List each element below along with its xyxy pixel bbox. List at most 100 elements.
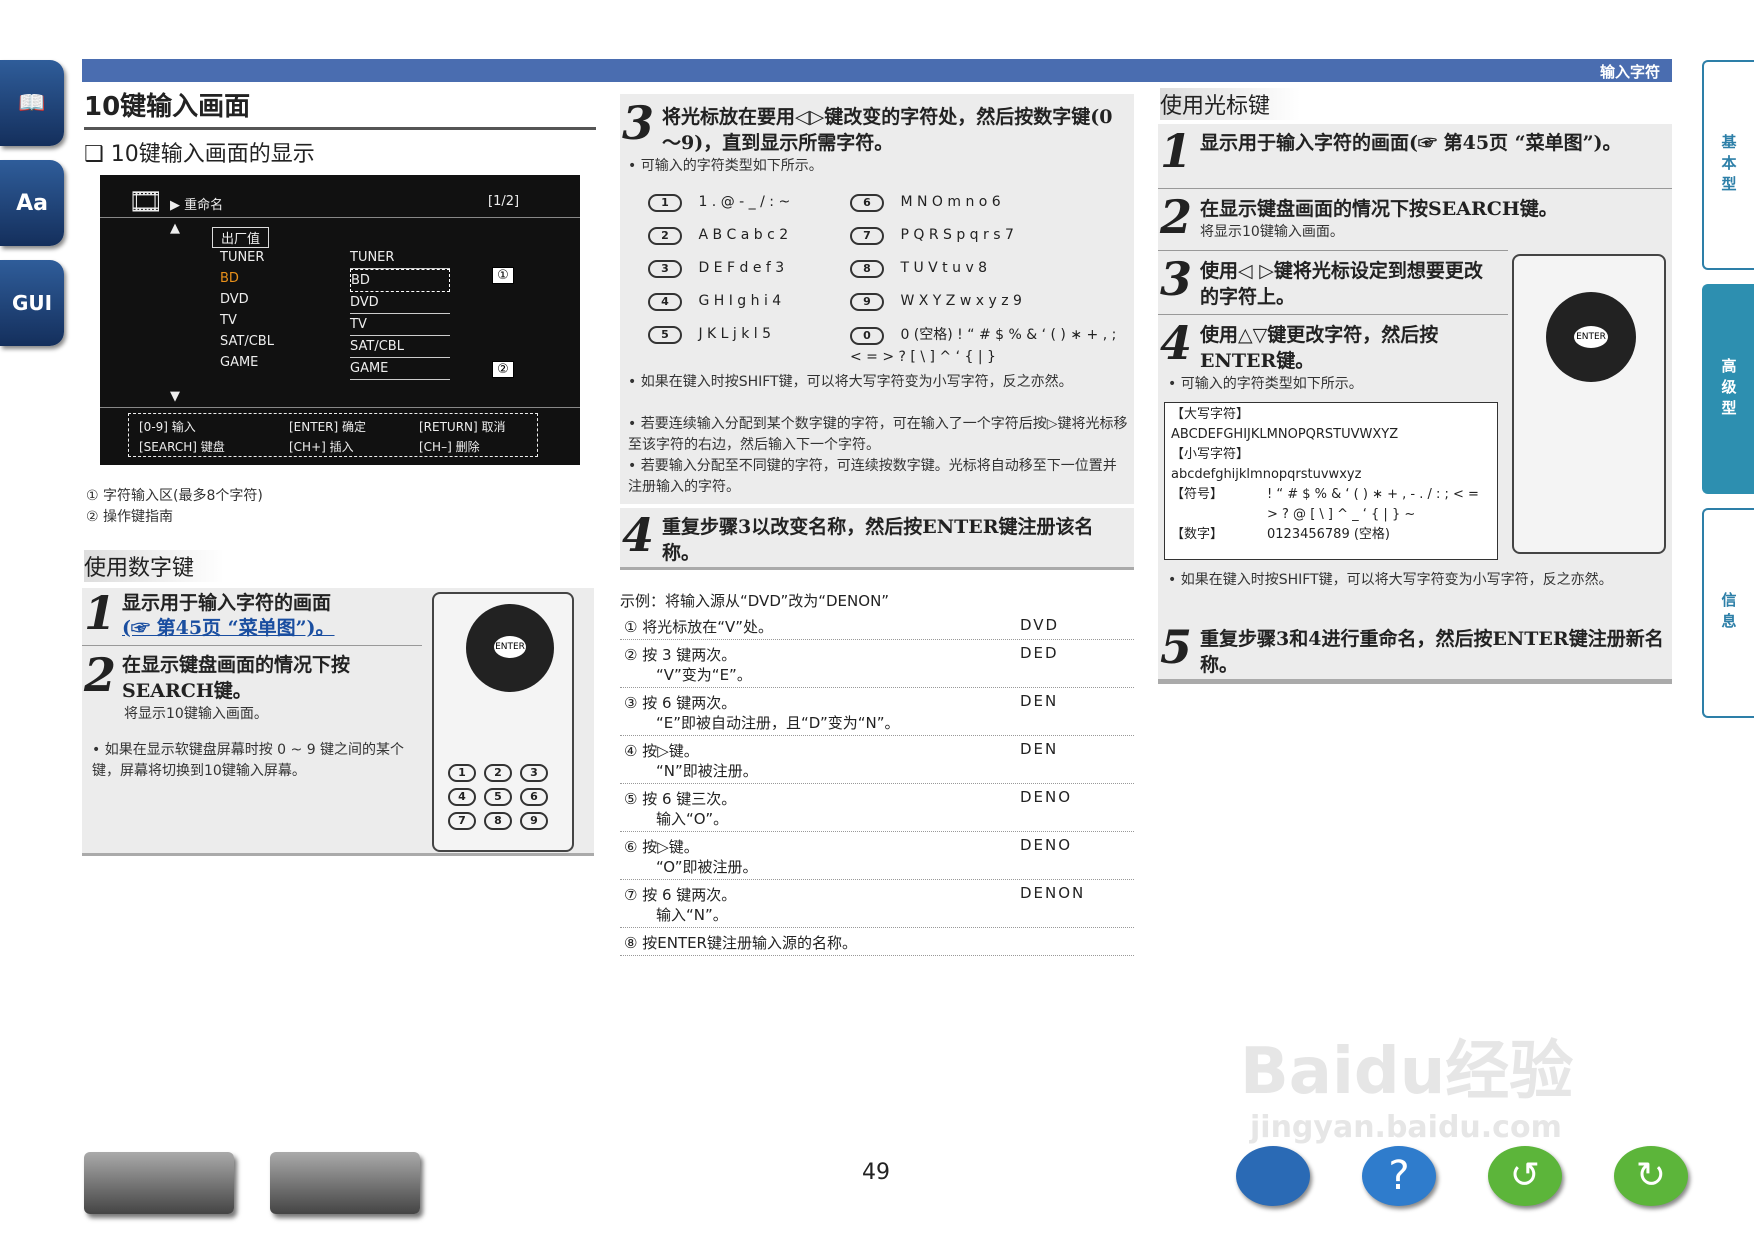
example-text: ① 将光标放在“V”处。: [624, 618, 774, 636]
col1-step1-link[interactable]: (☞ 第45页 “菜单图”)。: [122, 615, 335, 641]
step-num-c3: 3: [1160, 252, 1193, 306]
example-result: DEN: [1020, 692, 1059, 710]
key-row-7: 7 P Q R S p q r s 7: [850, 219, 1120, 252]
page-number: 49: [862, 1160, 890, 1185]
screen-page: [1/2]: [488, 194, 520, 209]
col1-step1: 显示用于输入字符的画面: [122, 592, 332, 614]
back-icon[interactable]: ↺: [1488, 1146, 1562, 1206]
key-row-3: 3 D E F d e f 3: [648, 252, 878, 285]
rename-screen: 🎞 ▶ 重命名 [1/2] 出厂值 ▲ ▼ TUNER BD DVD TV SAT/CB…: [100, 175, 580, 465]
example-row: ⑦ 按 6 键两次。 输入“N”。 DENON: [620, 880, 1134, 928]
key-row-2: 2 A B C a b c 2: [648, 219, 878, 252]
char-types-box: 【大写字符】 ABCDEFGHIJKLMNOPQRSTUVWXYZ 【小写字符】…: [1164, 402, 1498, 560]
watermark-url: jingyan.baidu.com: [1250, 1110, 1562, 1145]
step-num-c4: 4: [1160, 316, 1193, 370]
symbol-value: ! “ # $ % & ‘ ( ) ∗ + , - . / : ; < = > …: [1267, 487, 1479, 522]
lower-value: abcdefghijklmnopqrstuvwxyz: [1171, 467, 1362, 482]
example-sub: “E”即被自动注册，且“D”变为“N”。: [656, 714, 900, 732]
col2-tip-2: • 若要连续输入分配到某个数字键的字符，可在输入了一个字符后按▷键将光标移至该字…: [628, 416, 1128, 453]
example-text: ⑤ 按 6 键三次。: [624, 790, 737, 808]
example-sub: “O”即被注册。: [656, 858, 758, 876]
example-title: 示例：将输入源从“DVD”改为“DENON”: [620, 592, 890, 610]
col2-step3: 将光标放在要用◁▷键改变的字符处，然后按数字键(0～9)，直到显示所需字符。: [662, 106, 1113, 154]
book-icon[interactable]: [1236, 1146, 1310, 1206]
example-text: ④ 按▷键。: [624, 742, 699, 760]
col2-step4: 重复步骤3以改变名称，然后按ENTER键注册该名称。: [662, 516, 1094, 564]
forward-icon[interactable]: ↻: [1614, 1146, 1688, 1206]
example-row: ④ 按▷键。 “N”即被注册。 DEN: [620, 736, 1134, 784]
col1-subtitle: ❑ 10键输入画面的显示: [84, 142, 315, 167]
watermark: Baidu经验: [1240, 1035, 1574, 1109]
col2-tip-1: • 如果在键入时按SHIFT键，可以将大写字符变为小写字符，反之亦然。: [628, 374, 1073, 390]
callout-2: ②: [492, 361, 514, 378]
example-result: DENON: [1020, 884, 1086, 902]
col1-step2-note: 将显示10键输入画面。: [124, 706, 268, 722]
key-row-5: 5 J K L j k l 5: [648, 318, 878, 351]
example-row: ⑧ 按ENTER键注册输入源的名称。: [620, 928, 1134, 956]
lower-label: 【小写字符】: [1171, 447, 1250, 462]
step-num-3: 3: [622, 96, 655, 150]
note-1: ① 字符输入区(最多8个字符): [86, 488, 263, 504]
header-bar: 输入字符: [82, 59, 1672, 82]
film-icon: 🎞: [128, 185, 164, 218]
key-row-0: 0 0 (空格) ! “ # $ % & ‘ ( ) ∗ + , ; < = >…: [850, 327, 1117, 365]
help-icon[interactable]: ?: [1362, 1146, 1436, 1206]
step-divider: [82, 645, 422, 646]
divider: [100, 407, 580, 408]
example-text: ③ 按 6 键两次。: [624, 694, 737, 712]
step-num-1: 1: [84, 586, 117, 640]
keypad: 123456789: [448, 764, 558, 830]
name-list: TUNER BD DVD TV SAT/CBL GAME: [350, 247, 450, 380]
col3-tip: • 如果在键入时按SHIFT键，可以将大写字符变为小写字符，反之亦然。: [1168, 572, 1613, 588]
key-row-9: 9 W X Y Z w x y z 9: [850, 285, 1120, 318]
remote-control-image-2: ENTER: [1512, 254, 1666, 554]
key-row-4: 4 G H I g h i 4: [648, 285, 878, 318]
example-result: DENO: [1020, 836, 1073, 854]
example-result: DENO: [1020, 788, 1073, 806]
step-num-c5: 5: [1160, 620, 1193, 674]
col3-step1[interactable]: 显示用于输入字符的画面(☞ 第45页 “菜单图”)。: [1200, 130, 1666, 156]
upper-label: 【大写字符】: [1171, 407, 1250, 422]
example-text: ⑥ 按▷键。: [624, 838, 699, 856]
section-title: 输入字符: [1599, 63, 1660, 81]
col3-step2-note: 将显示10键输入画面。: [1200, 224, 1344, 240]
text-tab[interactable]: Aa: [0, 160, 64, 246]
book-icon[interactable]: 📖: [0, 60, 64, 146]
tab-advanced[interactable]: 高级型: [1702, 284, 1754, 494]
symbol-label: 【符号】: [1171, 487, 1224, 502]
col3-step4: 使用△▽键更改字符，然后按ENTER键。: [1200, 324, 1439, 372]
guide-box: [0-9] 输入 [ENTER] 确定 [RETURN] 取消 [SEARCH]…: [128, 413, 538, 457]
amp-display-icon[interactable]: [270, 1152, 420, 1214]
col1-title: 10键输入画面: [84, 86, 596, 130]
gui-tab[interactable]: GUI: [0, 260, 64, 346]
step-divider: [1158, 314, 1508, 315]
col1-subtitle2: 使用数字键: [84, 550, 224, 582]
step-divider: [1158, 188, 1672, 189]
step-divider: [1158, 250, 1508, 251]
remote-control-image: ENTER 123456789: [432, 592, 574, 852]
example-text: ⑧ 按ENTER键注册输入源的名称。: [624, 934, 857, 952]
example-sub: “V”变为“E”。: [656, 666, 752, 684]
callout-1: ①: [492, 267, 514, 284]
amp-front-icon[interactable]: [84, 1152, 234, 1214]
step-num-c2: 2: [1160, 190, 1193, 244]
example-row: ⑥ 按▷键。 “O”即被注册。 DENO: [620, 832, 1134, 880]
digit-value: 0123456789 (空格): [1267, 527, 1390, 542]
down-arrow-icon: ▼: [170, 389, 180, 404]
tab-basic[interactable]: 基本型: [1702, 60, 1754, 270]
step-num-4: 4: [622, 508, 655, 562]
dpad-icon: ENTER: [466, 604, 554, 692]
digit-label: 【数字】: [1171, 527, 1224, 542]
example-row: ⑤ 按 6 键三次。 输入“O”。 DENO: [620, 784, 1134, 832]
col3-title: 使用光标键: [1160, 88, 1300, 120]
example-result: DED: [1020, 644, 1059, 662]
example-result: DEN: [1020, 740, 1059, 758]
step-num-2: 2: [84, 648, 117, 702]
tab-info[interactable]: 信息: [1702, 508, 1754, 718]
key-row-6: 6 M N O m n o 6: [850, 186, 1120, 219]
col1-tip: • 如果在显示软键盘屏幕时按 0 ~ 9 键之间的某个键，屏幕将切换到10键输入…: [92, 742, 405, 779]
step-num-c1: 1: [1160, 124, 1193, 178]
screen-title: ▶ 重命名: [170, 198, 224, 213]
upper-value: ABCDEFGHIJKLMNOPQRSTUVWXYZ: [1171, 427, 1399, 442]
source-list: TUNER BD DVD TV SAT/CBL GAME: [220, 250, 274, 370]
